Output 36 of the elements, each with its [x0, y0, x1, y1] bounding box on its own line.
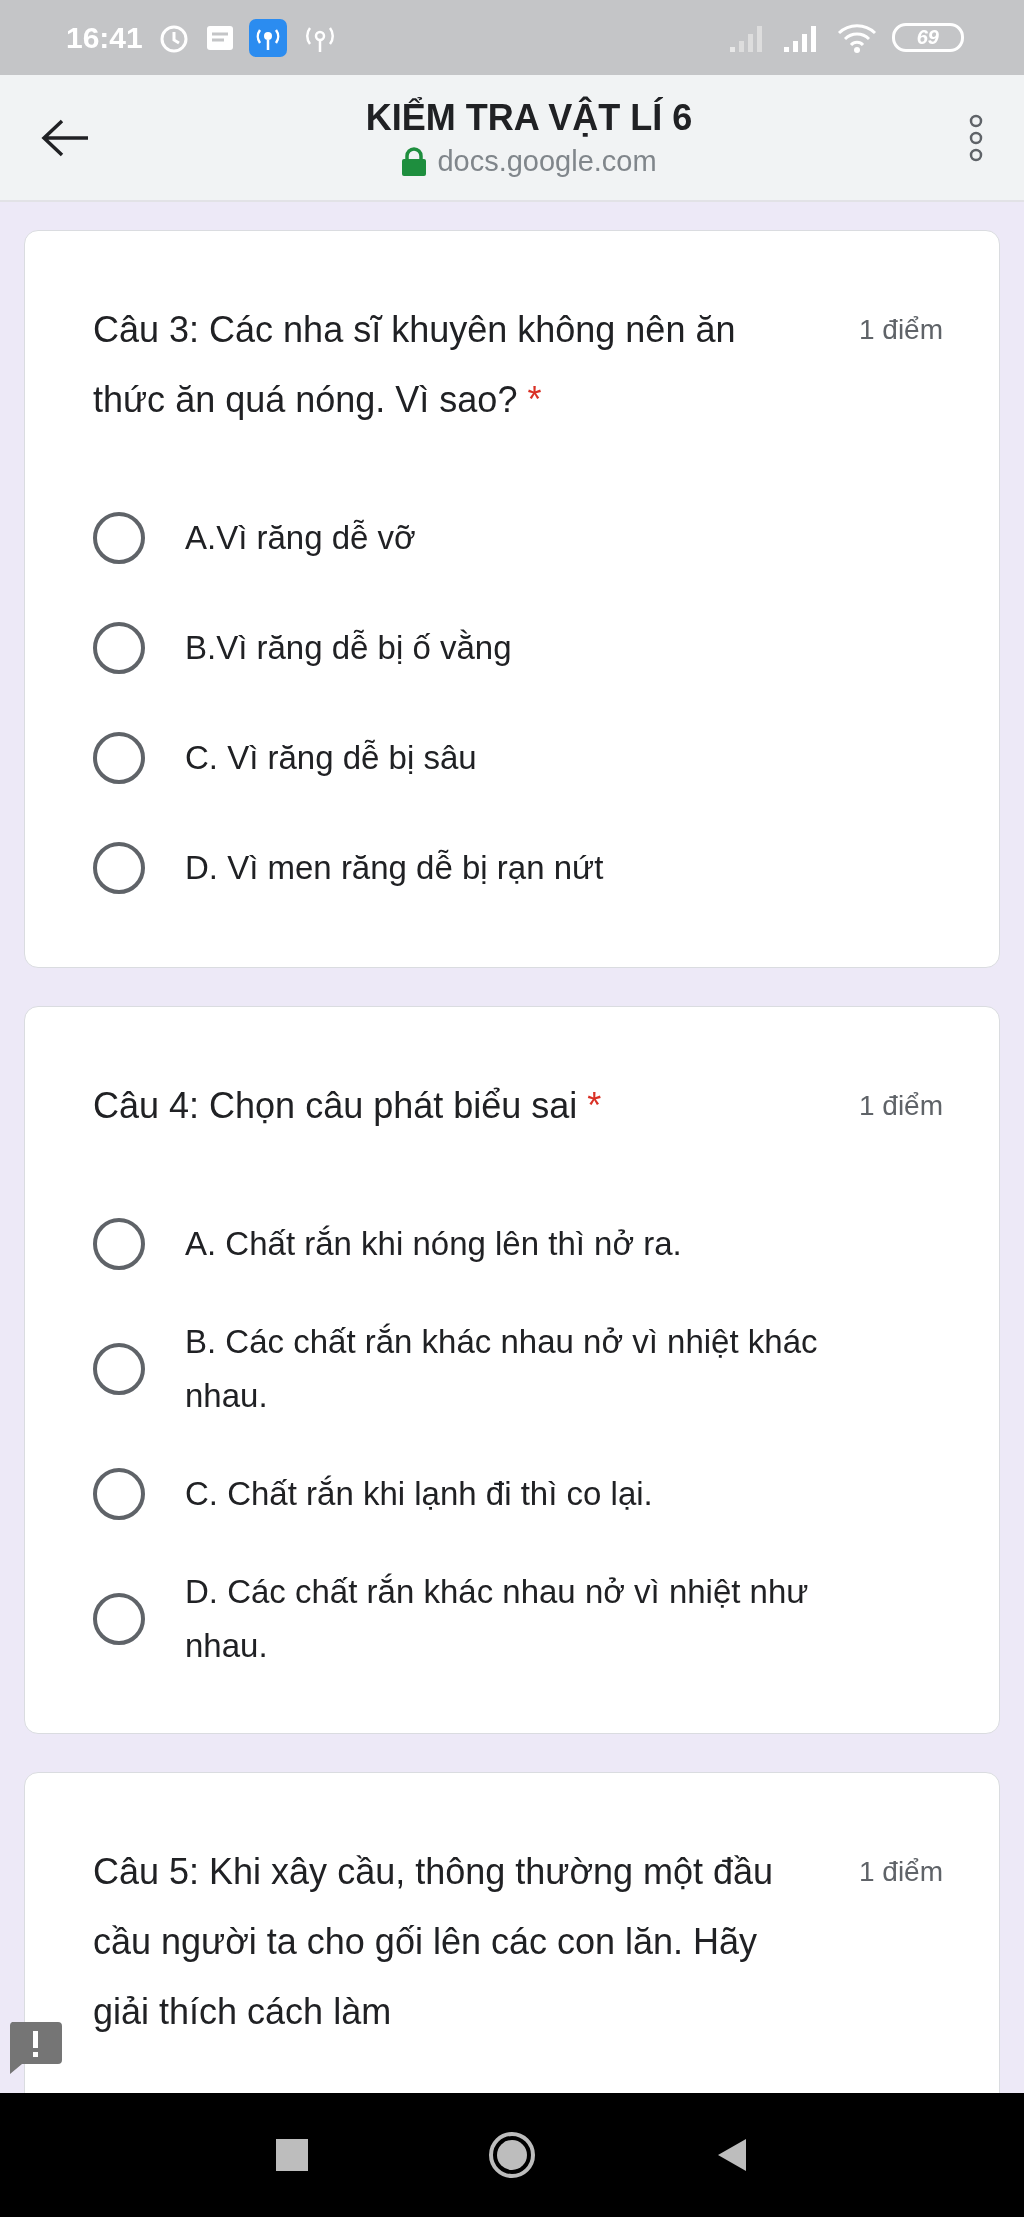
radio-button[interactable]: [93, 842, 145, 894]
hotspot-icon: [248, 18, 287, 57]
radio-button[interactable]: [93, 1593, 145, 1645]
points-label: 1 điểm: [858, 313, 943, 347]
battery-indicator: 69: [891, 23, 964, 52]
url-text: docs.google.com: [437, 145, 657, 178]
required-mark: *: [587, 1085, 602, 1126]
home-icon[interactable]: [488, 2131, 536, 2179]
points-label: 1 điểm: [858, 1855, 943, 1889]
question-text: Câu 5: Khi xây cầu, thông thường một đầu cầu người ta cho gối lên các con lăn. Hãy giải thích cách làm: [93, 1850, 775, 2034]
wifi-icon: [835, 22, 878, 53]
lock-icon: [401, 146, 428, 177]
option-label[interactable]: A.Vì răng dễ vỡ: [185, 511, 416, 565]
radio-button[interactable]: [93, 512, 145, 564]
radio-button[interactable]: [93, 732, 145, 784]
option-label[interactable]: C. Chất rắn khi lạnh đi thì co lại.: [185, 1467, 653, 1521]
notification-icon: [204, 23, 235, 52]
option-label[interactable]: D. Các chất rắn khác nhau nở vì nhiệt như nhau.: [185, 1565, 845, 1673]
option-label[interactable]: D. Vì men răng dễ bị rạn nứt: [185, 841, 604, 895]
points-label: 1 điểm: [858, 1089, 943, 1123]
option-label[interactable]: B. Các chất rắn khác nhau nở vì nhiệt khác nhau.: [185, 1315, 845, 1423]
required-mark: *: [527, 379, 542, 420]
radio-button[interactable]: [93, 1218, 145, 1270]
radio-button[interactable]: [93, 1343, 145, 1395]
back-icon[interactable]: [716, 2137, 748, 2173]
option-label[interactable]: B.Vì răng dễ bị ố vằng: [185, 621, 512, 675]
back-arrow-icon[interactable]: [40, 117, 90, 158]
page-title: KIỂM TRA VẬT LÍ 6: [365, 97, 693, 139]
radio-button[interactable]: [93, 1468, 145, 1520]
question-text: Câu 4: Chọn câu phát biểu sai *: [93, 1084, 603, 1128]
more-menu-icon[interactable]: [968, 112, 984, 163]
option-label[interactable]: A. Chất rắn khi nóng lên thì nở ra.: [185, 1217, 682, 1271]
clock: 16:41: [66, 20, 143, 55]
radio-button[interactable]: [93, 622, 145, 674]
question-text: Câu 3: Các nha sĩ khuyên không nên ăn thức ăn quá nóng. Vì sao? *: [93, 308, 737, 422]
option-label[interactable]: C. Vì răng dễ bị sâu: [185, 731, 477, 785]
